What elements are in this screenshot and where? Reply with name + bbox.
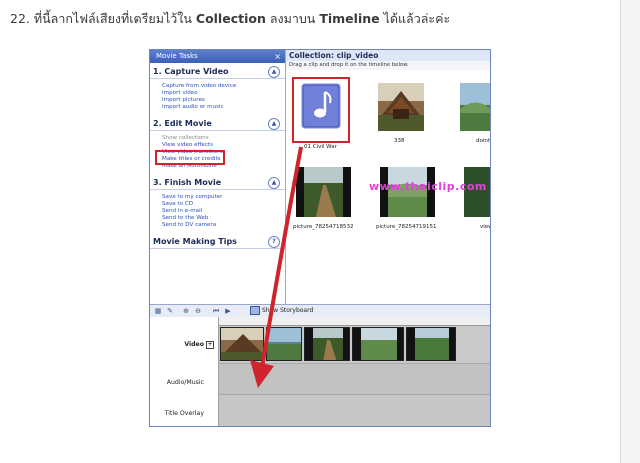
right-scroll-strip <box>621 0 640 463</box>
drag-arrow <box>250 146 303 388</box>
heading-bold-collection: Collection <box>195 11 266 26</box>
heading-bold-timeline: Timeline <box>319 11 380 26</box>
step-number: 22. <box>10 11 30 26</box>
heading-text-1: ที่นี้ลากไฟล์เสียงที่เตรียมไว้ใน <box>33 11 192 26</box>
page-heading: 22. ที่นี้ลากไฟล์เสียงที่เตรียมไว้ใน Col… <box>10 9 450 29</box>
heading-text-3: ได้แล้วล่ะค่ะ <box>383 11 451 26</box>
movie-maker-screenshot: Movie Tasks × 1. Capture Video ▲ Capture… <box>149 49 491 427</box>
heading-text-2: ลงมาบน <box>269 11 316 26</box>
